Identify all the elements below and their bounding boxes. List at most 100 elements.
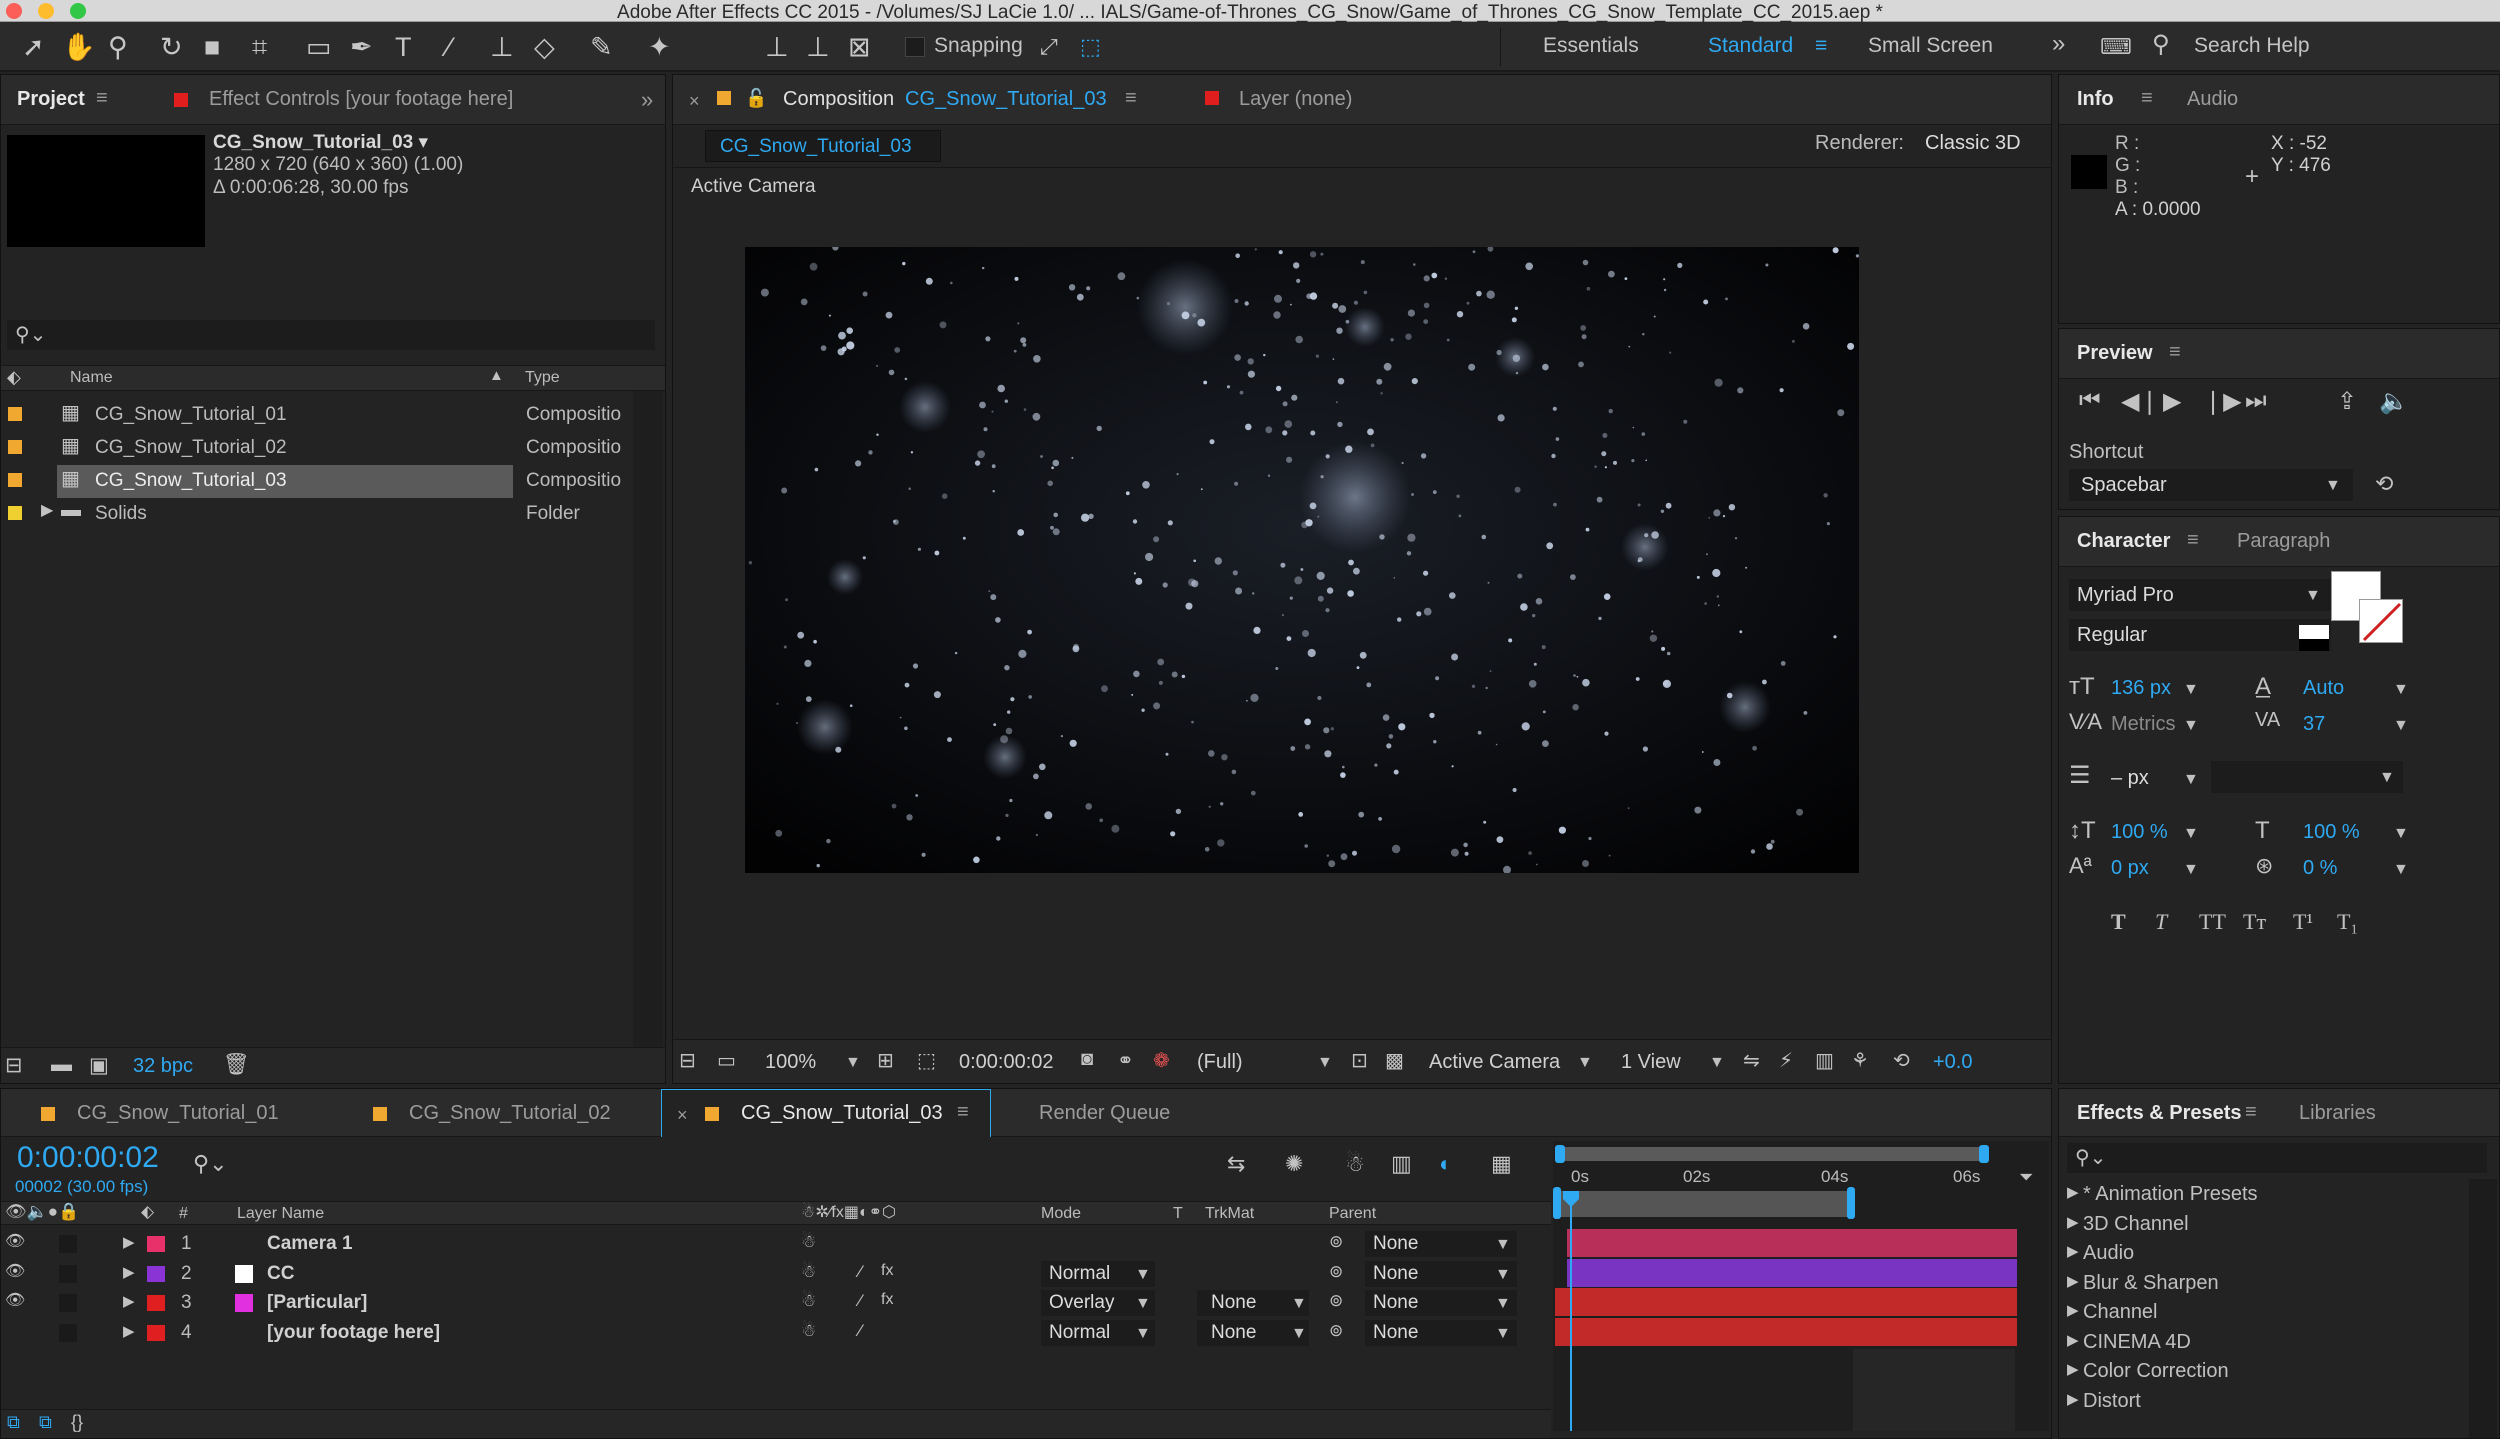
next-frame-icon[interactable]: ❘▶ (2203, 387, 2242, 416)
tab-timeline-comp1[interactable]: CG_Snow_Tutorial_01 (77, 1102, 279, 1125)
camera-tool-icon[interactable]: ■ (204, 32, 220, 62)
effect-category[interactable]: ▶ Distort (2059, 1386, 2467, 1415)
shortcut-dropdown[interactable]: Spacebar ▼ (2069, 469, 2353, 501)
monitor-icon[interactable]: ▭ (717, 1048, 736, 1073)
tab-preview[interactable]: Preview (2077, 342, 2153, 365)
exposure-value[interactable]: +0.0 (1933, 1051, 1972, 1074)
selection-tool-icon[interactable]: ➚ (22, 32, 45, 62)
tab-timeline-comp2[interactable]: CG_Snow_Tutorial_02 (409, 1102, 611, 1125)
toggle-in-out-icon[interactable]: {} (71, 1412, 83, 1433)
expand-folder-icon[interactable]: ▶ (41, 500, 53, 520)
work-area-bar[interactable] (1557, 1191, 1853, 1217)
flowchart-icon[interactable]: ⚘ (1851, 1048, 1869, 1073)
puppet-tool-icon[interactable]: ✦ (648, 32, 671, 62)
expand-panel-icon[interactable]: » (641, 87, 653, 113)
lock-icon[interactable]: 🔓 (745, 88, 767, 109)
region-of-interest-icon[interactable]: ⊡ (1351, 1048, 1368, 1073)
more-workspaces-icon[interactable]: » (2052, 30, 2065, 58)
chevron-down-icon[interactable]: ▼ (2183, 825, 2199, 843)
tab-libraries[interactable]: Libraries (2299, 1102, 2376, 1125)
timeline-current-time[interactable]: 0:00:00:02 (17, 1141, 159, 1175)
visibility-eye-icon[interactable]: 👁 (5, 1261, 25, 1281)
pick-whip-icon[interactable]: ⊚ (1329, 1291, 1343, 1311)
chevron-down-icon[interactable]: ▼ (2183, 681, 2199, 699)
parent-dropdown[interactable]: None ▼ (1365, 1260, 1517, 1287)
timeline-icon[interactable]: ▥ (1815, 1048, 1834, 1073)
tab-composition-name[interactable]: CG_Snow_Tutorial_03 (905, 88, 1107, 111)
rotate-tool-icon[interactable]: ↻ (160, 32, 183, 62)
effect-category[interactable]: ▶ 3D Channel (2059, 1209, 2467, 1238)
work-area-end-handle[interactable] (1847, 1187, 1855, 1219)
close-timeline-tab-icon[interactable]: × (677, 1105, 688, 1126)
show-snapshot-icon[interactable]: ⚭ (1117, 1048, 1134, 1073)
workspace-essentials[interactable]: Essentials (1543, 34, 1639, 58)
project-item-comp2[interactable]: ▦ CG_Snow_Tutorial_02 Compositio (1, 432, 661, 465)
tab-composition[interactable]: Composition (783, 88, 894, 111)
reset-shortcut-icon[interactable]: ⟲ (2375, 471, 2393, 497)
toggle-switches-icon[interactable]: ⧉ (7, 1412, 20, 1433)
effects-search-input[interactable]: ⚲⌄ (2067, 1143, 2487, 1173)
composition-mini-flowchart-icon[interactable]: ⇆ (1227, 1151, 1245, 1177)
tab-layer[interactable]: Layer (none) (1239, 88, 1352, 111)
expand-layer-icon[interactable]: ▶ (123, 1233, 135, 1251)
snap-feather-icon[interactable]: ⤢ (1040, 32, 1058, 62)
effect-category[interactable]: ▶ Color Correction (2059, 1356, 2467, 1385)
project-scrollbar[interactable] (633, 391, 663, 1083)
layer-duration-bar[interactable] (1555, 1317, 2017, 1346)
expand-category-icon[interactable]: ▶ (2067, 1183, 2079, 1201)
font-family-dropdown[interactable]: Myriad Pro ▼ (2069, 579, 2331, 611)
time-navigator[interactable] (1559, 1147, 1989, 1161)
hide-shy-layers-icon[interactable]: ☃ (1345, 1151, 1365, 1177)
view-layout-dropdown[interactable]: 1 View (1621, 1051, 1681, 1074)
reset-exposure-icon[interactable]: ⟲ (1893, 1048, 1910, 1073)
eraser-tool-icon[interactable]: ◇ (534, 32, 555, 62)
work-area-start-handle[interactable] (1553, 1187, 1561, 1219)
column-layer-name[interactable]: Layer Name (237, 1205, 324, 1223)
faux-bold-button[interactable]: T (2111, 909, 2126, 935)
previous-frame-icon[interactable]: ◀❘ (2121, 387, 2160, 416)
subscript-button[interactable]: T₁ (2337, 909, 2358, 935)
expand-category-icon[interactable]: ▶ (2067, 1242, 2079, 1260)
brush-tool-icon[interactable]: ⁄ (447, 32, 452, 62)
fx-switch-icon[interactable]: fx (881, 1262, 893, 1280)
delete-icon[interactable]: 🗑 (223, 1053, 250, 1077)
lock-switch[interactable] (59, 1235, 77, 1253)
roto-brush-tool-icon[interactable]: ✎ (590, 32, 613, 62)
info-panel-menu-icon[interactable]: ≡ (2141, 87, 2153, 110)
last-frame-icon[interactable]: ⏭ (2245, 387, 2267, 415)
blend-mode-dropdown[interactable]: Normal ▼ (1041, 1319, 1155, 1346)
composition-viewer[interactable] (745, 247, 1859, 873)
safe-margins-icon[interactable]: ⊞ (877, 1048, 894, 1073)
project-item-comp3[interactable]: ▦ CG_Snow_Tutorial_03 Compositio (1, 465, 661, 498)
lock-switch[interactable] (59, 1294, 77, 1312)
mute-audio-icon[interactable]: 🔈 (2379, 387, 2409, 416)
faux-italic-button[interactable]: T (2155, 909, 2167, 935)
chevron-down-icon[interactable]: ▼ (2393, 861, 2409, 879)
chevron-down-icon[interactable]: ▼ (1317, 1054, 1333, 1072)
expand-category-icon[interactable]: ▶ (2067, 1301, 2079, 1319)
expand-layer-icon[interactable]: ▶ (123, 1292, 135, 1310)
new-composition-icon[interactable]: ▣ (89, 1053, 109, 1078)
visibility-eye-icon[interactable]: 👁 (5, 1290, 25, 1310)
search-icon[interactable]: ⚲ (2152, 30, 2170, 59)
effect-category[interactable]: ▶ Blur & Sharpen (2059, 1268, 2467, 1297)
toggle-pixel-aspect-icon[interactable]: ⇋ (1743, 1048, 1760, 1073)
world-axis-icon[interactable]: ⊥ (806, 32, 830, 62)
magnification-dropdown[interactable]: 100% (765, 1051, 816, 1074)
baseline-shift-value[interactable]: 0 px (2111, 857, 2149, 880)
tab-paragraph[interactable]: Paragraph (2237, 530, 2330, 553)
layer-duration-bar[interactable] (1555, 1288, 2017, 1316)
parent-dropdown[interactable]: None ▼ (1365, 1319, 1517, 1346)
tab-info[interactable]: Info (2077, 88, 2114, 111)
superscript-button[interactable]: T¹ (2293, 909, 2313, 935)
expand-category-icon[interactable]: ▶ (2067, 1331, 2079, 1349)
pan-behind-tool-icon[interactable]: ⌗ (252, 32, 267, 62)
pick-whip-icon[interactable]: ⊚ (1329, 1262, 1343, 1282)
horizontal-scale-value[interactable]: 100 % (2303, 821, 2360, 844)
navigator-start-handle[interactable] (1555, 1145, 1565, 1163)
tsume-value[interactable]: 0 % (2303, 857, 2337, 880)
track-matte-dropdown[interactable]: None ▼ (1197, 1290, 1309, 1316)
mask-visibility-icon[interactable]: ⬚ (917, 1048, 936, 1073)
view-axis-icon[interactable]: ⊠ (848, 32, 871, 62)
selected-item-name[interactable]: CG_Snow_Tutorial_03 ▾ (213, 131, 428, 154)
